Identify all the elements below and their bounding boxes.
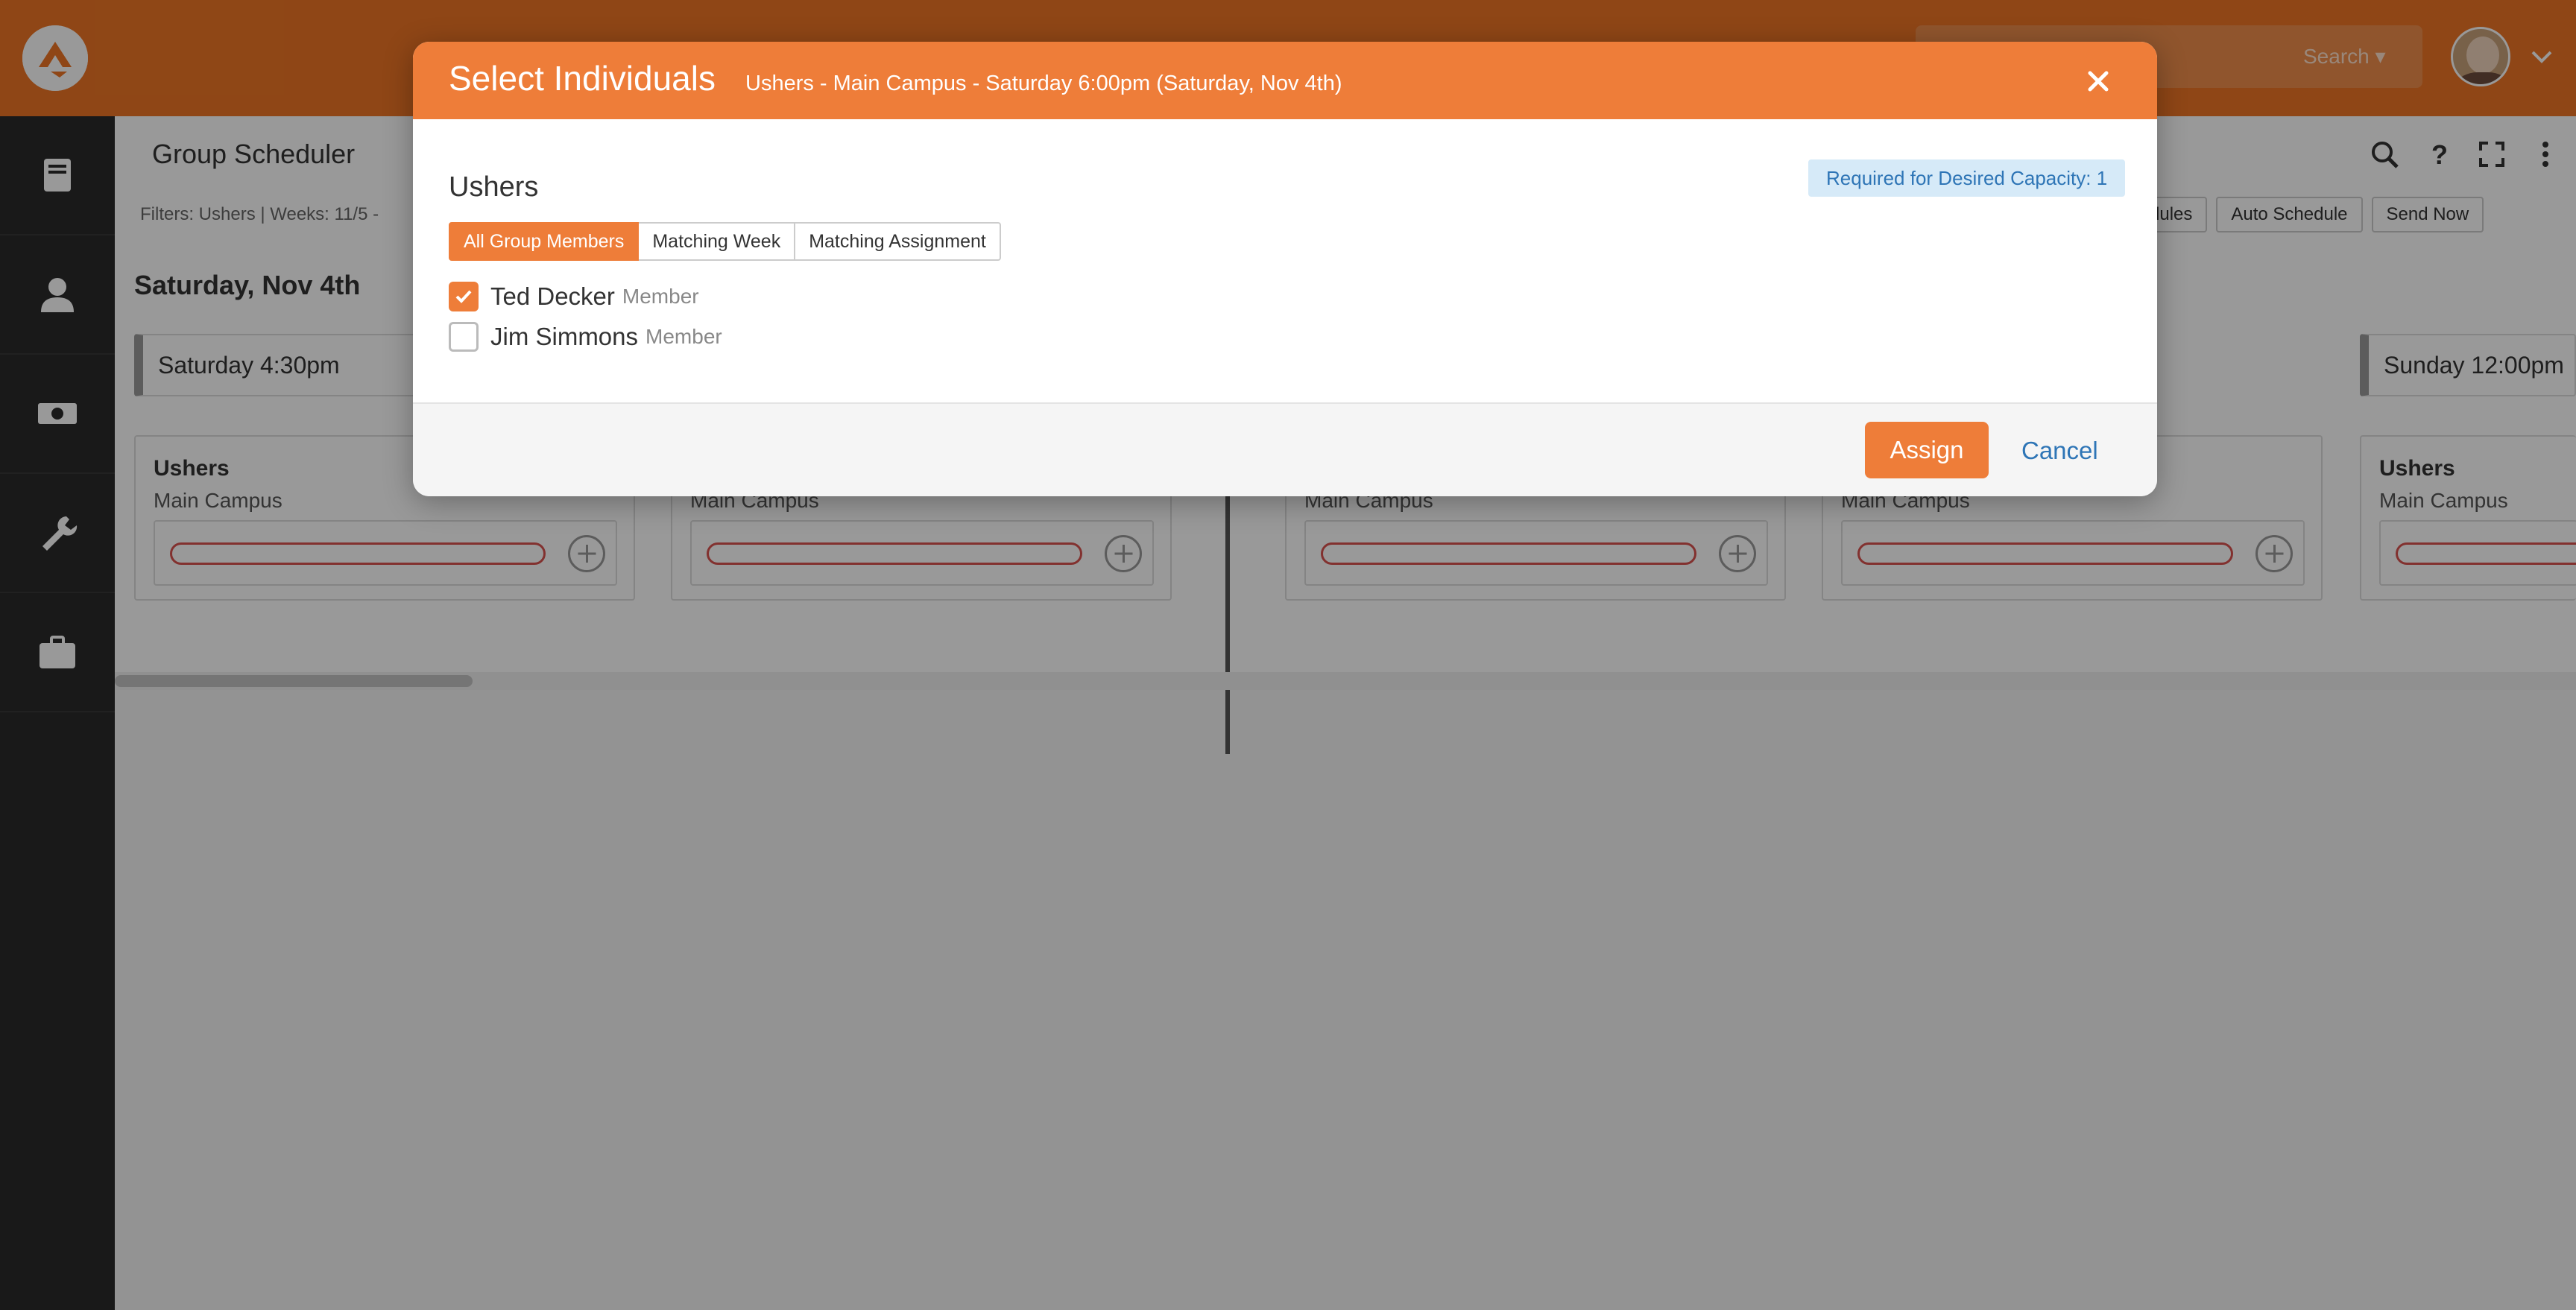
member-row[interactable]: Jim Simmons Member — [449, 320, 722, 353]
modal-header: Select Individuals Ushers - Main Campus … — [413, 42, 2157, 119]
capacity-badge: Required for Desired Capacity: 1 — [1808, 159, 2126, 197]
member-checkbox[interactable] — [449, 282, 479, 311]
assign-button[interactable]: Assign — [1865, 422, 1989, 478]
close-icon — [2088, 71, 2109, 92]
modal-subtitle: Ushers - Main Campus - Saturday 6:00pm (… — [745, 72, 1342, 95]
member-role: Member — [622, 285, 699, 308]
cancel-button[interactable]: Cancel — [2021, 437, 2098, 465]
filter-matching-week-button[interactable]: Matching Week — [639, 222, 796, 261]
member-row[interactable]: Ted Decker Member — [449, 280, 699, 313]
member-name: Ted Decker — [490, 282, 615, 310]
checkmark-icon — [455, 290, 472, 303]
filter-matching-assignment-button[interactable]: Matching Assignment — [795, 222, 1001, 261]
member-filter-group: All Group Members Matching Week Matching… — [449, 222, 1001, 261]
filter-all-group-members-button[interactable]: All Group Members — [449, 222, 640, 261]
close-button[interactable] — [2080, 63, 2117, 100]
member-name: Jim Simmons — [490, 323, 639, 350]
member-role: Member — [645, 325, 722, 348]
modal-title: Select Individuals — [449, 59, 716, 98]
group-name: Ushers — [449, 171, 539, 203]
modal-footer: Assign Cancel — [413, 402, 2157, 496]
select-individuals-modal: Select Individuals Ushers - Main Campus … — [413, 42, 2157, 496]
member-checkbox[interactable] — [449, 322, 479, 352]
